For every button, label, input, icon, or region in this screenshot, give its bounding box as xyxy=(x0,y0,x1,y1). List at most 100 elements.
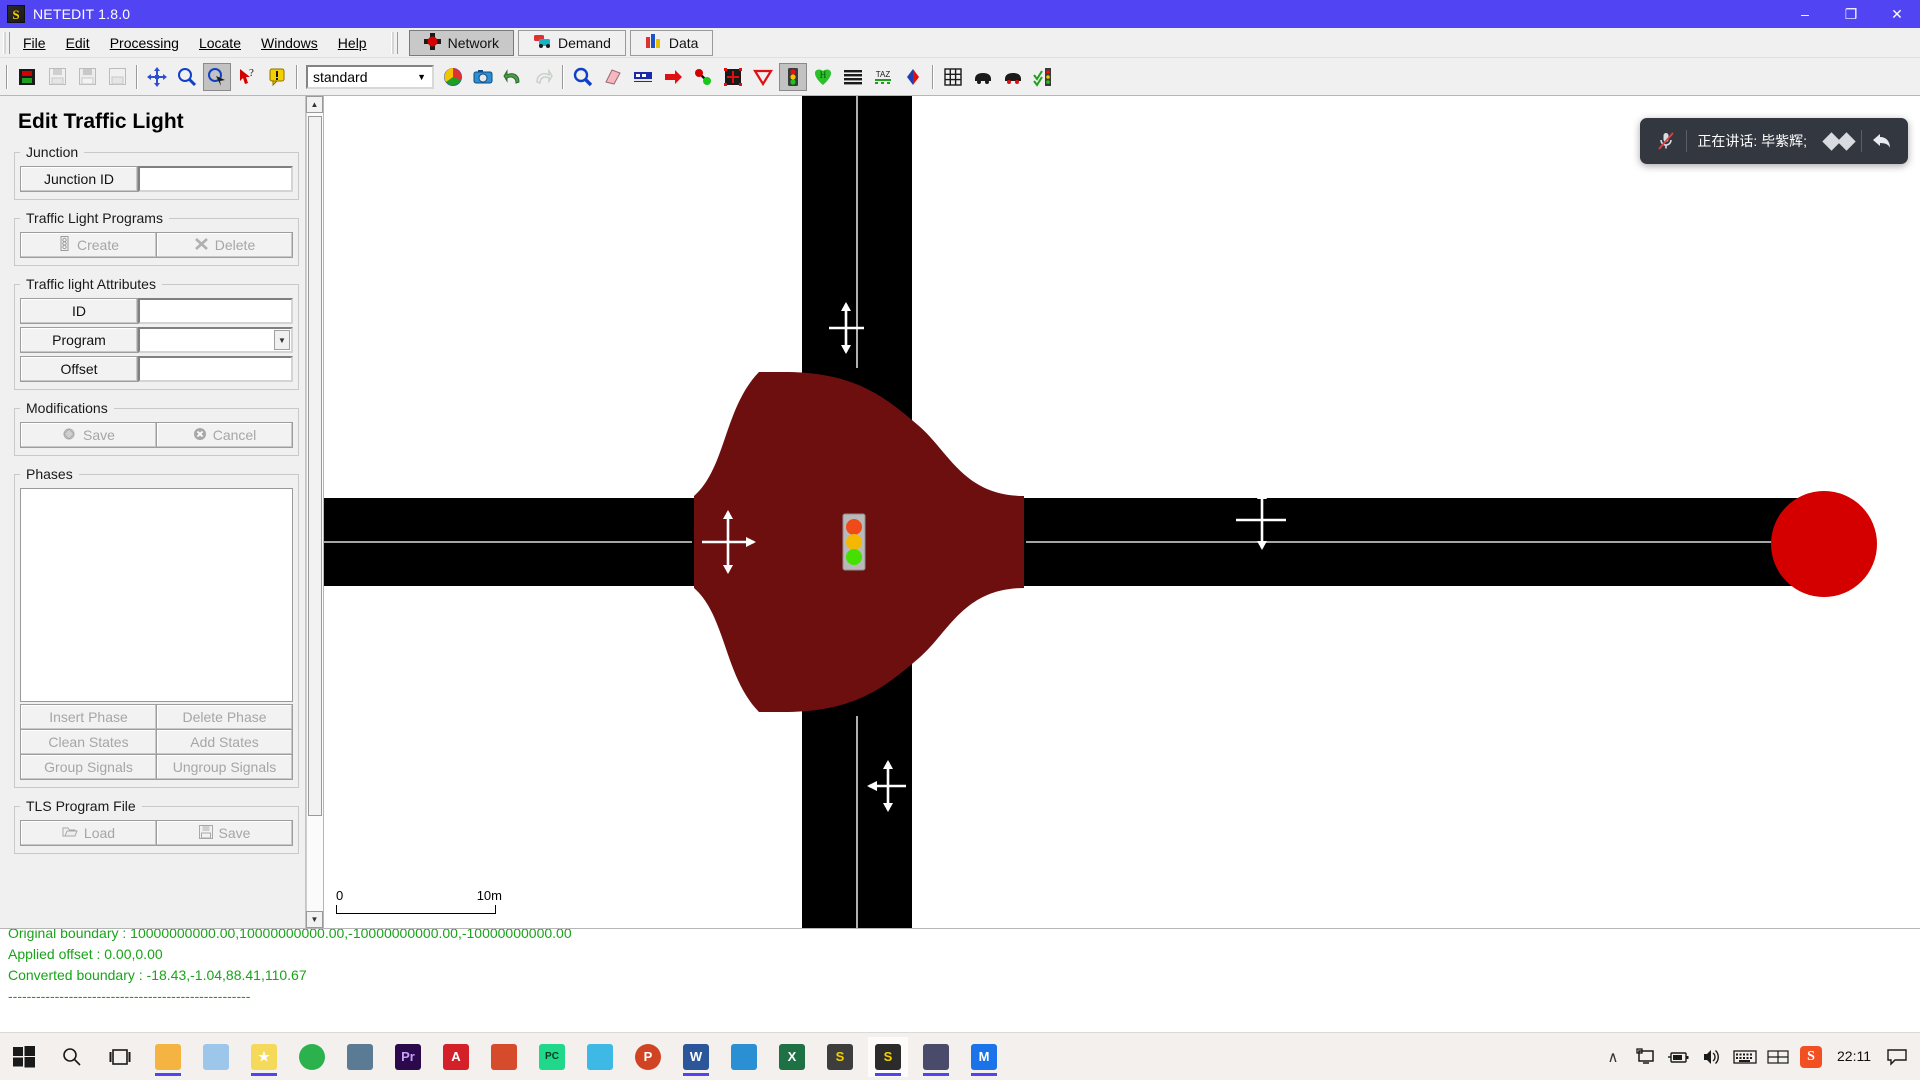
toolbar-grip-4[interactable] xyxy=(562,65,564,89)
move-mode-icon[interactable] xyxy=(659,63,687,91)
paint-icon[interactable] xyxy=(916,1037,956,1077)
premiere-icon[interactable]: Pr xyxy=(388,1037,428,1077)
zoom-style-icon[interactable] xyxy=(173,63,201,91)
tab-data[interactable]: Data xyxy=(630,30,714,56)
color-wheel-icon[interactable] xyxy=(439,63,467,91)
save-tls-program-button[interactable]: Save xyxy=(156,820,293,846)
connection-mode-icon[interactable] xyxy=(719,63,747,91)
save-plain-xml-icon[interactable] xyxy=(103,63,131,91)
toolbar-grip-2[interactable] xyxy=(136,65,138,89)
snapshot-camera-icon[interactable] xyxy=(469,63,497,91)
menu-windows[interactable]: Windows xyxy=(251,31,328,55)
meeting-app-icon[interactable]: M xyxy=(964,1037,1004,1077)
show-grid-icon[interactable] xyxy=(939,63,967,91)
warning-icon[interactable] xyxy=(263,63,291,91)
attribute-offset-label-button[interactable]: Offset xyxy=(20,356,138,382)
volume-icon[interactable] xyxy=(1697,1040,1727,1074)
microphone-muted-icon[interactable] xyxy=(1646,127,1686,155)
word-icon[interactable]: W xyxy=(676,1037,716,1077)
menu-help[interactable]: Help xyxy=(328,31,377,55)
recenter-view-icon[interactable] xyxy=(143,63,171,91)
powerpoint-small-icon[interactable]: P xyxy=(628,1037,668,1077)
ungroup-signals-button[interactable]: Ungroup Signals xyxy=(156,754,293,780)
dingtalk-icon[interactable] xyxy=(580,1037,620,1077)
matlab-icon[interactable] xyxy=(484,1037,524,1077)
minimize-button[interactable]: – xyxy=(1782,0,1828,28)
tab-network[interactable]: Network xyxy=(409,30,514,56)
draw-junction-shape-icon[interactable] xyxy=(969,63,997,91)
keyboard-icon[interactable] xyxy=(1730,1040,1760,1074)
save-network-as-icon[interactable] xyxy=(73,63,101,91)
network-monitor-icon[interactable] xyxy=(1631,1040,1661,1074)
toolbar-grip-3[interactable] xyxy=(296,65,298,89)
phases-table[interactable] xyxy=(20,488,293,702)
meeting-speaking-overlay[interactable]: 正在讲话: 毕紫辉; xyxy=(1640,118,1908,164)
attribute-program-label-button[interactable]: Program xyxy=(20,327,138,353)
maximize-button[interactable]: ❐ xyxy=(1828,0,1874,28)
group-signals-button[interactable]: Group Signals xyxy=(20,754,157,780)
chrome-icon[interactable] xyxy=(292,1037,332,1077)
add-states-button[interactable]: Add States xyxy=(156,729,293,755)
scrollbar-track[interactable] xyxy=(306,113,323,911)
scrollbar-thumb[interactable] xyxy=(308,116,322,816)
menu-processing[interactable]: Processing xyxy=(100,31,189,55)
taz-mode-icon[interactable]: TAZ xyxy=(869,63,897,91)
save-network-icon[interactable] xyxy=(43,63,71,91)
notes-icon[interactable] xyxy=(724,1037,764,1077)
attribute-id-label-button[interactable]: ID xyxy=(20,298,138,324)
clean-states-button[interactable]: Clean States xyxy=(20,729,157,755)
sumo-icon[interactable]: S xyxy=(820,1037,860,1077)
create-edge-mode-icon[interactable] xyxy=(689,63,717,91)
attribute-program-combo[interactable]: ▼ xyxy=(138,327,293,353)
edit-viewport-icon[interactable] xyxy=(203,63,231,91)
network-drawing[interactable] xyxy=(324,96,1920,928)
attribute-offset-input[interactable] xyxy=(138,356,293,382)
scroll-up-arrow-icon[interactable]: ▲ xyxy=(306,96,323,113)
search-icon[interactable] xyxy=(52,1037,92,1077)
cancel-modifications-button[interactable]: Cancel xyxy=(156,422,293,448)
tab-demand[interactable]: Demand xyxy=(518,30,626,56)
menu-locate[interactable]: Locate xyxy=(189,31,251,55)
show-connections-icon[interactable] xyxy=(1029,63,1057,91)
ime-icon[interactable] xyxy=(1763,1040,1793,1074)
toolbar-grip-1[interactable] xyxy=(6,65,8,89)
taskbar-clock[interactable]: 22:11 xyxy=(1829,1049,1879,1064)
junction-id-label-button[interactable]: Junction ID xyxy=(20,166,138,192)
store-icon[interactable] xyxy=(196,1037,236,1077)
notification-center-icon[interactable] xyxy=(1882,1040,1912,1074)
redo-icon[interactable] xyxy=(529,63,557,91)
traffic-light-mode-icon[interactable] xyxy=(779,63,807,91)
return-arrow-icon[interactable] xyxy=(1862,127,1902,155)
additional-mode-icon[interactable]: H xyxy=(809,63,837,91)
message-log[interactable]: Original boundary : 10000000000.00,10000… xyxy=(0,928,1920,1036)
pycharm-icon[interactable]: PC xyxy=(532,1037,572,1077)
excel-icon[interactable]: X xyxy=(772,1037,812,1077)
delete-mode-icon[interactable] xyxy=(599,63,627,91)
undo-icon[interactable] xyxy=(499,63,527,91)
select-edges-icon[interactable] xyxy=(999,63,1027,91)
panel-vertical-scrollbar[interactable]: ▲ ▼ xyxy=(305,96,323,928)
battery-icon[interactable] xyxy=(1664,1040,1694,1074)
task-view-icon[interactable] xyxy=(100,1037,140,1077)
windows-start-icon[interactable] xyxy=(4,1037,44,1077)
netedit-icon[interactable]: S xyxy=(868,1037,908,1077)
scroll-down-arrow-icon[interactable]: ▼ xyxy=(306,911,323,928)
show-hidden-icons-chevron[interactable]: ∧ xyxy=(1598,1040,1628,1074)
close-button[interactable]: ✕ xyxy=(1874,0,1920,28)
prohibition-mode-icon[interactable] xyxy=(749,63,777,91)
create-program-button[interactable]: Create xyxy=(20,232,157,258)
chevron-down-icon[interactable]: ▼ xyxy=(274,330,290,350)
acrobat-icon[interactable]: A xyxy=(436,1037,476,1077)
menu-file[interactable]: File xyxy=(13,31,56,55)
menu-grip-handle[interactable] xyxy=(3,32,10,54)
load-tls-program-button[interactable]: Load xyxy=(20,820,157,846)
select-mode-icon[interactable] xyxy=(629,63,657,91)
help-cursor-icon[interactable]: ? xyxy=(233,63,261,91)
tabs-grip-handle[interactable] xyxy=(391,32,398,54)
menu-edit[interactable]: Edit xyxy=(56,31,100,55)
delete-program-button[interactable]: Delete xyxy=(156,232,293,258)
crossing-mode-icon[interactable] xyxy=(839,63,867,91)
toolbar-grip-5[interactable] xyxy=(932,65,934,89)
insert-phase-button[interactable]: Insert Phase xyxy=(20,704,157,730)
save-modifications-button[interactable]: Save xyxy=(20,422,157,448)
